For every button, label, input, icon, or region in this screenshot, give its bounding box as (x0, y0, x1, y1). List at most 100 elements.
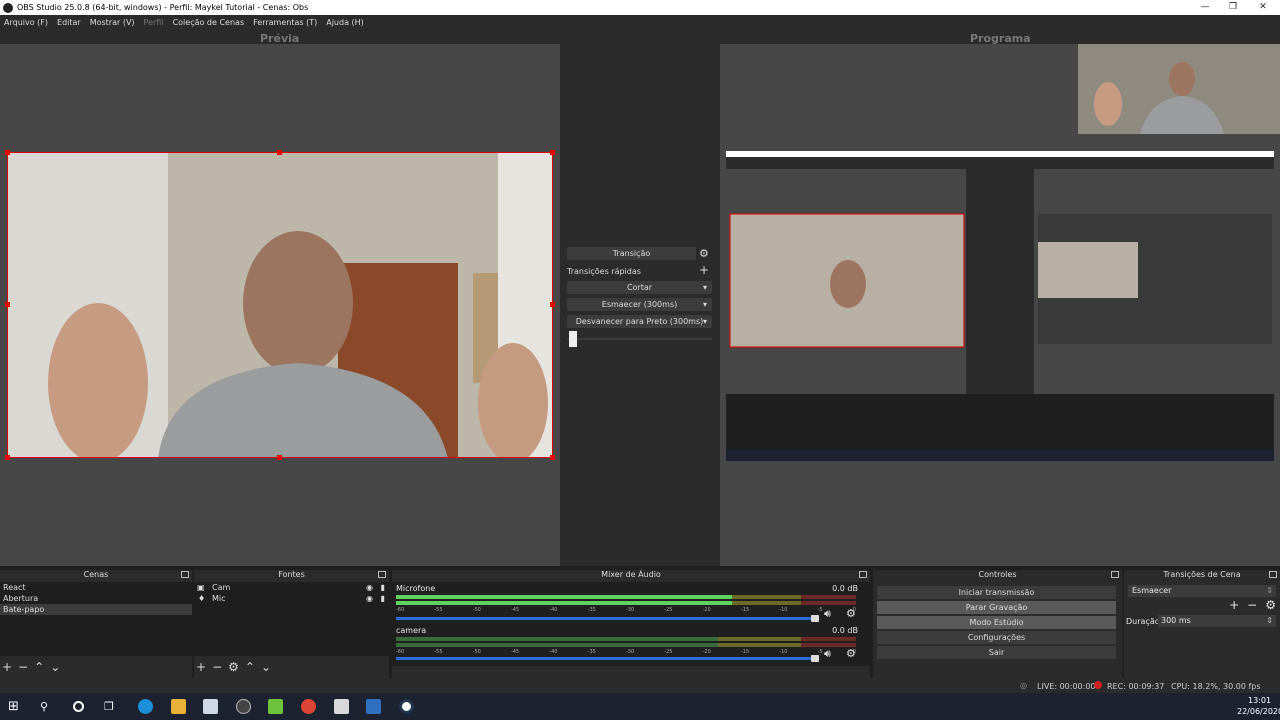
edge-browser-icon[interactable] (138, 699, 153, 714)
search-icon[interactable]: ⚲ (40, 699, 55, 714)
duration-input[interactable]: 300 ms ⇕ (1158, 615, 1276, 627)
network-icon: ◎ (1020, 681, 1027, 690)
source-item-mic[interactable]: ♦ Mic ◉ ▮ (194, 593, 389, 604)
resize-handle[interactable] (550, 455, 555, 460)
add-source-button[interactable]: + (196, 660, 206, 674)
undock-icon[interactable] (1111, 571, 1119, 578)
volume-knob[interactable] (811, 655, 819, 662)
scale-tick: -40 (549, 649, 558, 655)
move-up-button[interactable]: ⌃ (245, 660, 255, 674)
scene-item[interactable]: Abertura (0, 593, 192, 604)
resize-handle[interactable] (5, 150, 10, 155)
menu-mostrar[interactable]: Mostrar (V) (90, 18, 135, 27)
resize-handle[interactable] (277, 455, 282, 460)
cortana-icon[interactable] (73, 701, 84, 712)
undock-icon[interactable] (378, 571, 386, 578)
gear-icon[interactable]: ⚙ (846, 647, 856, 660)
rec-dot-icon (1094, 681, 1102, 689)
eye-icon[interactable]: ◉ (366, 593, 373, 604)
tbar-track[interactable] (567, 338, 712, 340)
scale-tick: -20 (702, 607, 711, 613)
chrome-icon[interactable] (301, 699, 316, 714)
clock-date: 22/06/2020 (1237, 707, 1280, 716)
transition-button[interactable]: Transição (567, 247, 696, 260)
volume-slider[interactable] (396, 615, 819, 622)
maximize-button[interactable]: ❐ (1218, 0, 1248, 15)
tbar-handle[interactable] (569, 331, 577, 347)
android-icon[interactable] (268, 699, 283, 714)
add-transition-button[interactable]: + (1229, 598, 1239, 612)
quick-transition-esmaecer[interactable]: Esmaecer (300ms) ▾ (567, 298, 712, 311)
obs-taskbar-icon[interactable] (236, 699, 251, 714)
quick-transition-label: Esmaecer (300ms) (601, 300, 678, 309)
volume-knob[interactable] (811, 615, 819, 622)
mixer-dock: Mixer de Áudio Microfone 0.0 dB -60 -55 -5… (392, 570, 870, 678)
meter-level (396, 595, 732, 599)
transition-gear-icon[interactable]: ⚙ (1265, 598, 1276, 612)
app-icon[interactable] (399, 699, 414, 714)
stop-recording-button[interactable]: Parar Gravação (877, 601, 1116, 614)
close-button[interactable]: ✕ (1248, 0, 1278, 15)
menu-colecao-cenas[interactable]: Coleção de Cenas (173, 18, 245, 27)
task-view-icon[interactable]: ❐ (104, 699, 119, 714)
sources-dock: Fontes ▣ Cam ◉ ▮ ♦ Mic ◉ ▮ + − ⚙ ⌃ ⌄ (194, 570, 389, 678)
resize-handle[interactable] (5, 455, 10, 460)
studio-mode-button[interactable]: Modo Estúdio (877, 616, 1116, 629)
scene-transitions-dock: Transições de Cena Esmaecer ⇕ + − ⚙ Dura… (1124, 570, 1280, 678)
meter-bar (396, 595, 856, 599)
scene-item[interactable]: React (0, 582, 192, 593)
move-down-button[interactable]: ⌄ (261, 660, 271, 674)
spinner-icon[interactable]: ⇕ (1266, 615, 1273, 627)
app-icon[interactable] (366, 699, 381, 714)
undock-icon[interactable] (181, 571, 189, 578)
resize-handle[interactable] (5, 302, 10, 307)
remove-source-button[interactable]: − (212, 660, 222, 674)
add-icon[interactable]: + (699, 263, 709, 277)
volume-slider[interactable] (396, 655, 819, 662)
minimize-button[interactable]: — (1190, 0, 1220, 15)
exit-button[interactable]: Sair (877, 646, 1116, 659)
speaker-icon[interactable]: 🔊︎ (824, 647, 831, 661)
start-streaming-button[interactable]: Iniciar transmissão (877, 586, 1116, 599)
speaker-icon[interactable]: 🔊︎ (824, 607, 831, 621)
menu-arquivo[interactable]: Arquivo (F) (4, 18, 48, 27)
quick-transition-desvanecer[interactable]: Desvanecer para Preto (300ms) ▾ (567, 315, 712, 328)
move-down-button[interactable]: ⌄ (50, 660, 60, 674)
source-label: Cam (212, 583, 231, 592)
quick-transition-cortar[interactable]: Cortar ▾ (567, 281, 712, 294)
settings-button[interactable]: Configurações (877, 631, 1116, 644)
scale-tick: -55 (434, 649, 443, 655)
undock-icon[interactable] (859, 571, 867, 578)
move-up-button[interactable]: ⌃ (34, 660, 44, 674)
windows-start-icon[interactable]: ⊞ (8, 699, 23, 714)
preview-canvas[interactable] (0, 44, 560, 566)
gear-icon[interactable]: ⚙ (846, 607, 856, 620)
source-properties-gear-icon[interactable]: ⚙ (228, 660, 239, 674)
menu-editar[interactable]: Editar (57, 18, 81, 27)
lock-icon[interactable]: ▮ (381, 593, 385, 604)
remove-scene-button[interactable]: − (18, 660, 28, 674)
eye-icon[interactable]: ◉ (366, 582, 373, 593)
menu-ferramentas[interactable]: Ferramentas (T) (253, 18, 317, 27)
menu-ajuda[interactable]: Ajuda (H) (326, 18, 364, 27)
live-time: LIVE: 00:00:00 (1037, 682, 1096, 691)
scenes-list: React Abertura Bate-papo (0, 582, 192, 656)
add-scene-button[interactable]: + (2, 660, 12, 674)
resize-handle[interactable] (550, 150, 555, 155)
resize-handle[interactable] (277, 150, 282, 155)
menu-perfil[interactable]: Perfil (144, 18, 164, 27)
scene-item[interactable]: Bate-papo (0, 604, 192, 615)
remove-transition-button[interactable]: − (1247, 598, 1257, 612)
file-explorer-icon[interactable] (171, 699, 186, 714)
meter-level (396, 601, 732, 605)
gear-icon[interactable]: ⚙ (699, 247, 709, 260)
source-item-cam[interactable]: ▣ Cam ◉ ▮ (194, 582, 389, 593)
scale-tick: -45 (510, 649, 520, 655)
store-icon[interactable] (203, 699, 218, 714)
resize-handle[interactable] (550, 302, 555, 307)
webcam-source[interactable] (7, 152, 553, 458)
lock-icon[interactable]: ▮ (381, 582, 385, 593)
calculator-icon[interactable] (334, 699, 349, 714)
undock-icon[interactable] (1269, 571, 1277, 578)
transition-select[interactable]: Esmaecer ⇕ (1128, 585, 1276, 597)
